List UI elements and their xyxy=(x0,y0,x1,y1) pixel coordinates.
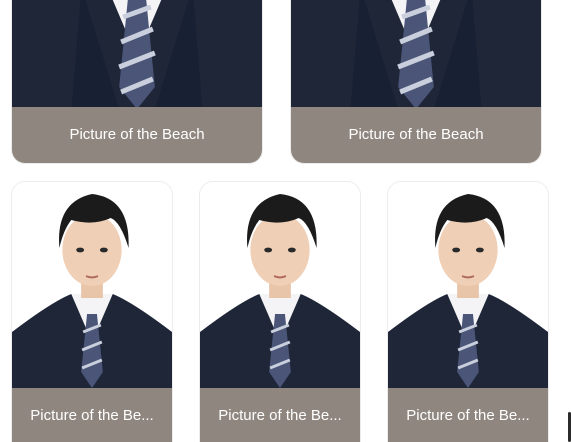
card-caption: Picture of the Be... xyxy=(12,388,172,442)
gallery-card[interactable]: Picture of the Be... xyxy=(199,181,361,442)
gallery-card[interactable]: Picture of the Beach xyxy=(11,0,263,164)
gallery-card[interactable]: Picture of the Be... xyxy=(387,181,549,442)
portrait-photo[interactable] xyxy=(12,182,172,388)
portrait-photo[interactable] xyxy=(200,182,360,388)
photo-gallery: Picture of the Beach Picture of the Beac… xyxy=(0,0,571,442)
gallery-card[interactable]: Picture of the Be... xyxy=(11,181,173,442)
portrait-photo[interactable] xyxy=(388,182,548,388)
portrait-photo[interactable] xyxy=(291,0,541,109)
card-caption: Picture of the Beach xyxy=(12,107,262,163)
card-caption: Picture of the Be... xyxy=(388,388,548,442)
portrait-photo[interactable] xyxy=(12,0,262,109)
card-caption: Picture of the Beach xyxy=(291,107,541,163)
card-caption: Picture of the Be... xyxy=(200,388,360,442)
gallery-card[interactable]: Picture of the Beach xyxy=(290,0,542,164)
